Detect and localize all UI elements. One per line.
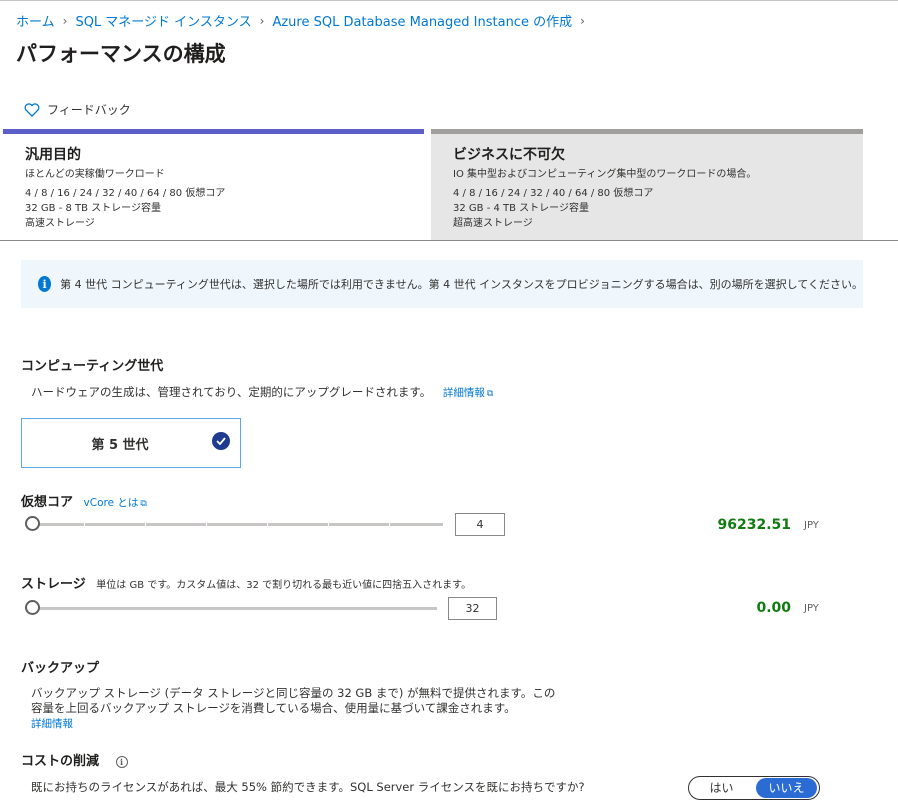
storage-slider[interactable] <box>23 600 437 616</box>
tier-title: 汎用目的 <box>25 147 81 163</box>
breadcrumb-sql-mi[interactable]: SQL マネージド インスタンス <box>75 11 251 30</box>
cost-title-row: コストの削減 i <box>21 750 128 769</box>
tier-business-critical[interactable]: ビジネスに不可欠 IO 集中型およびコンピューティング集中型のワークロードの場合… <box>431 129 863 240</box>
breadcrumb-home[interactable]: ホーム <box>16 11 55 30</box>
cost-question: 既にお持ちのライセンスがあれば、最大 55% 節約できます。SQL Server… <box>31 780 585 794</box>
gen5-option-card[interactable]: 第 5 世代 <box>21 418 241 468</box>
storage-currency: JPY <box>804 603 819 614</box>
tier-storage-capacity: 32 GB - 4 TB ストレージ容量 <box>453 203 589 214</box>
cost-title: コストの削減 <box>21 754 100 769</box>
storage-price: 0.00 <box>756 600 791 616</box>
compute-generation-title: コンピューティング世代 <box>21 359 164 374</box>
backup-learn-more-link[interactable]: 詳細情報 <box>31 718 73 730</box>
breadcrumb: ホーム › SQL マネージド インスタンス › Azure SQL Datab… <box>16 11 593 31</box>
vcore-info-link[interactable]: vCore とは ⧉ <box>84 497 147 509</box>
info-icon: i <box>38 276 52 292</box>
feedback-label: フィードバック <box>47 103 131 117</box>
storage-slider-track <box>31 607 437 610</box>
slider-tick <box>389 523 390 526</box>
tier-general-purpose[interactable]: 汎用目的 ほとんどの実稼働ワークロード 4 / 8 / 16 / 24 / 32… <box>3 129 424 240</box>
storage-slider-thumb[interactable] <box>25 600 40 615</box>
heart-icon <box>24 102 40 117</box>
compute-desc-text: ハードウェアの生成は、管理されており、定期的にアップグレードされます。 <box>31 385 432 399</box>
tier-description: ほとんどの実稼働ワークロード 4 / 8 / 16 / 24 / 32 / 40… <box>25 167 225 231</box>
chevron-right-icon: › <box>259 13 265 28</box>
service-tier-selector: 汎用目的 ほとんどの実稼働ワークロード 4 / 8 / 16 / 24 / 32… <box>0 129 898 241</box>
info-banner: i 第 4 世代 コンピューティング世代は、選択した場所では利用できません。第 … <box>21 260 863 308</box>
storage-note: 単位は GB です。カスタム値は、32 で割り切れる最も近い値に四捨五入されます… <box>96 580 472 591</box>
compute-generation-desc: ハードウェアの生成は、管理されており、定期的にアップグレードされます。 詳細情報… <box>31 384 493 400</box>
chevron-right-icon: › <box>580 13 585 28</box>
checkmark-icon <box>212 432 230 450</box>
slider-tick <box>145 523 146 526</box>
tier-selected-indicator <box>3 129 424 134</box>
tier-title: ビジネスに不可欠 <box>453 147 565 163</box>
gen5-label: 第 5 世代 <box>91 437 149 453</box>
top-border <box>0 0 898 1</box>
license-no-option[interactable]: いいえ <box>756 778 817 798</box>
backup-description: バックアップ ストレージ (データ ストレージと同じ容量の 32 GB まで) … <box>31 686 555 732</box>
vcore-link-label: vCore とは <box>83 497 139 509</box>
slider-tick <box>267 523 268 526</box>
info-icon[interactable]: i <box>115 755 128 768</box>
slider-tick <box>84 523 85 526</box>
vcore-input[interactable]: 4 <box>455 513 505 536</box>
storage-title-row: ストレージ 単位は GB です。カスタム値は、32 で割り切れる最も近い値に四捨… <box>21 573 471 592</box>
slider-tick <box>328 523 329 526</box>
vcore-slider-thumb[interactable] <box>25 516 40 531</box>
license-toggle[interactable]: はい いいえ <box>688 776 820 800</box>
slider-tick <box>206 523 207 526</box>
vcore-currency: JPY <box>804 520 819 531</box>
vcore-slider[interactable] <box>23 516 443 532</box>
backup-title: バックアップ <box>21 661 100 676</box>
vcore-price: 96232.51 <box>717 517 791 533</box>
tier-indicator <box>431 129 863 134</box>
tier-vcores: 4 / 8 / 16 / 24 / 32 / 40 / 64 / 80 仮想コア <box>25 188 226 199</box>
vcore-title-row: 仮想コア vCore とは ⧉ <box>21 491 147 510</box>
chevron-right-icon: › <box>62 13 68 28</box>
vcore-title: 仮想コア <box>21 495 74 510</box>
feedback-button[interactable]: フィードバック <box>24 101 131 118</box>
storage-title: ストレージ <box>21 577 86 592</box>
tier-storage-speed: 超高速ストレージ <box>453 218 533 229</box>
tier-storage-capacity: 32 GB - 8 TB ストレージ容量 <box>25 203 161 214</box>
tier-storage-speed: 高速ストレージ <box>25 218 95 229</box>
license-yes-option[interactable]: はい <box>691 778 752 798</box>
compute-learn-more-label: 詳細情報 <box>442 387 485 399</box>
backup-line-2: 容量を上回るバックアップ ストレージを消費している場合、使用量に基づいて課金され… <box>31 701 516 715</box>
tier-vcores: 4 / 8 / 16 / 24 / 32 / 40 / 64 / 80 仮想コア <box>453 188 654 199</box>
compute-learn-more-link[interactable]: 詳細情報 ⧉ <box>443 387 493 399</box>
page-title: パフォーマンスの構成 <box>16 42 226 66</box>
tier-description: IO 集中型およびコンピューティング集中型のワークロードの場合。 4 / 8 /… <box>453 167 756 231</box>
backup-line-1: バックアップ ストレージ (データ ストレージと同じ容量の 32 GB まで) … <box>31 686 556 700</box>
external-link-icon: ⧉ <box>486 389 494 399</box>
vcore-slider-track <box>31 523 443 526</box>
info-message: 第 4 世代 コンピューティング世代は、選択した場所では利用できません。第 4 … <box>60 278 863 291</box>
tier-workload: IO 集中型およびコンピューティング集中型のワークロードの場合。 <box>453 169 757 180</box>
breadcrumb-create-mi[interactable]: Azure SQL Database Managed Instance の作成 <box>272 11 572 30</box>
tier-workload: ほとんどの実稼働ワークロード <box>25 169 165 180</box>
storage-input[interactable]: 32 <box>448 597 497 620</box>
external-link-icon: ⧉ <box>140 499 147 509</box>
